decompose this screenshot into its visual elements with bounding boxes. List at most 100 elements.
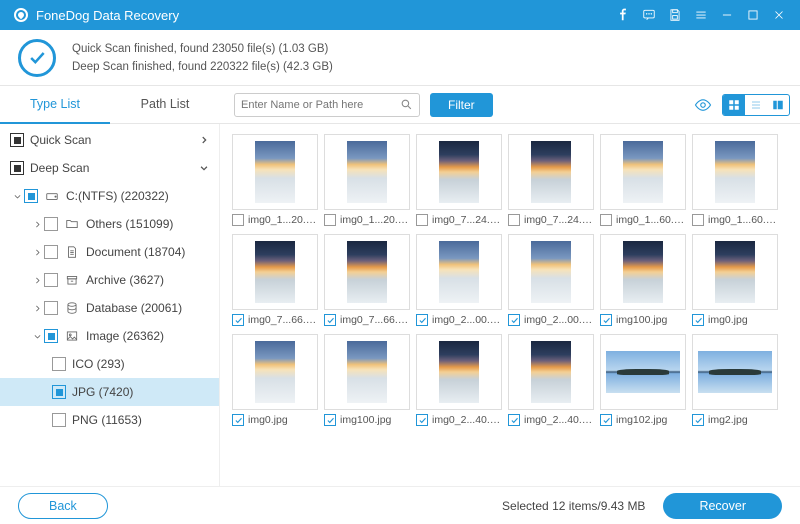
file-thumbnail[interactable]: [416, 134, 502, 210]
file-thumbnail[interactable]: [324, 234, 410, 310]
file-cell[interactable]: img100.jpg: [600, 234, 686, 326]
feedback-icon[interactable]: [636, 0, 662, 30]
sidebar-item-jpg[interactable]: JPG (7420): [0, 378, 219, 406]
checkbox-icon[interactable]: [44, 245, 58, 259]
file-checkbox[interactable]: [692, 314, 704, 326]
save-icon[interactable]: [662, 0, 688, 30]
file-thumbnail[interactable]: [692, 234, 778, 310]
file-cell[interactable]: img0_2...00.jpg: [508, 234, 594, 326]
sidebar-item-deep-scan[interactable]: Deep Scan: [0, 154, 219, 182]
file-thumbnail[interactable]: [232, 234, 318, 310]
file-checkbox[interactable]: [324, 314, 336, 326]
file-thumbnail[interactable]: [600, 334, 686, 410]
file-checkbox[interactable]: [416, 214, 428, 226]
sidebar-item-others[interactable]: Others (151099): [0, 210, 219, 238]
file-thumbnail[interactable]: [416, 234, 502, 310]
file-checkbox[interactable]: [232, 414, 244, 426]
recover-button[interactable]: Recover: [663, 493, 782, 519]
file-thumbnail[interactable]: [600, 134, 686, 210]
file-cell[interactable]: img0.jpg: [692, 234, 778, 326]
chevron-right-icon[interactable]: [30, 304, 44, 313]
chevron-right-icon[interactable]: [30, 220, 44, 229]
file-thumbnail[interactable]: [508, 334, 594, 410]
menu-icon[interactable]: [688, 0, 714, 30]
file-thumbnail[interactable]: [692, 134, 778, 210]
file-cell[interactable]: img0_7...24.jpg: [416, 134, 502, 226]
tab-path-list[interactable]: Path List: [110, 86, 220, 124]
maximize-icon[interactable]: [740, 0, 766, 30]
file-checkbox[interactable]: [508, 414, 520, 426]
file-checkbox[interactable]: [416, 314, 428, 326]
filter-button[interactable]: Filter: [430, 93, 493, 117]
sidebar-item-png[interactable]: PNG (11653): [0, 406, 219, 434]
preview-toggle-icon[interactable]: [690, 96, 716, 114]
file-checkbox[interactable]: [324, 214, 336, 226]
file-checkbox[interactable]: [232, 214, 244, 226]
checkbox-icon[interactable]: [44, 329, 58, 343]
sidebar-item-database[interactable]: Database (20061): [0, 294, 219, 322]
file-checkbox[interactable]: [232, 314, 244, 326]
file-thumbnail[interactable]: [692, 334, 778, 410]
file-thumbnail[interactable]: [508, 134, 594, 210]
chevron-down-icon[interactable]: [30, 332, 44, 341]
file-cell[interactable]: img0_7...66.jpg: [232, 234, 318, 326]
file-thumbnail[interactable]: [232, 134, 318, 210]
checkbox-icon[interactable]: [10, 161, 24, 175]
chevron-right-icon[interactable]: [30, 248, 44, 257]
facebook-icon[interactable]: [610, 0, 636, 30]
sidebar-item-document[interactable]: Document (18704): [0, 238, 219, 266]
sidebar-item-archive[interactable]: Archive (3627): [0, 266, 219, 294]
view-list-icon[interactable]: [745, 95, 767, 115]
file-thumbnail[interactable]: [600, 234, 686, 310]
file-cell[interactable]: img0_2...00.jpg: [416, 234, 502, 326]
file-checkbox[interactable]: [416, 414, 428, 426]
search-input[interactable]: [241, 99, 400, 111]
checkbox-icon[interactable]: [10, 133, 24, 147]
file-cell[interactable]: img0_1...20.jpg: [232, 134, 318, 226]
sidebar-item-image[interactable]: Image (26362): [0, 322, 219, 350]
file-cell[interactable]: img0.jpg: [232, 334, 318, 426]
file-checkbox[interactable]: [324, 414, 336, 426]
chevron-down-icon[interactable]: [10, 192, 24, 201]
file-cell[interactable]: img0_7...24.jpg: [508, 134, 594, 226]
tab-type-list[interactable]: Type List: [0, 86, 110, 124]
checkbox-icon[interactable]: [52, 413, 66, 427]
file-checkbox[interactable]: [508, 314, 520, 326]
file-checkbox[interactable]: [508, 214, 520, 226]
minimize-icon[interactable]: [714, 0, 740, 30]
file-checkbox[interactable]: [600, 314, 612, 326]
search-box[interactable]: [234, 93, 420, 117]
file-cell[interactable]: img100.jpg: [324, 334, 410, 426]
file-thumbnail[interactable]: [508, 234, 594, 310]
file-cell[interactable]: img0_2...40.jpg: [508, 334, 594, 426]
file-cell[interactable]: img2.jpg: [692, 334, 778, 426]
file-checkbox[interactable]: [692, 414, 704, 426]
view-grid-icon[interactable]: [723, 95, 745, 115]
file-thumbnail[interactable]: [324, 334, 410, 410]
file-thumbnail[interactable]: [416, 334, 502, 410]
file-thumbnail[interactable]: [324, 134, 410, 210]
file-checkbox[interactable]: [600, 414, 612, 426]
file-checkbox[interactable]: [600, 214, 612, 226]
file-cell[interactable]: img0_7...66.jpg: [324, 234, 410, 326]
chevron-right-icon[interactable]: [30, 276, 44, 285]
file-cell[interactable]: img0_1...20.jpg: [324, 134, 410, 226]
checkbox-icon[interactable]: [44, 273, 58, 287]
checkbox-icon[interactable]: [24, 189, 38, 203]
file-cell[interactable]: img0_1...60.jpg: [692, 134, 778, 226]
sidebar-item-ico[interactable]: ICO (293): [0, 350, 219, 378]
file-checkbox[interactable]: [692, 214, 704, 226]
checkbox-icon[interactable]: [52, 385, 66, 399]
close-icon[interactable]: [766, 0, 792, 30]
file-cell[interactable]: img102.jpg: [600, 334, 686, 426]
file-cell[interactable]: img0_1...60.jpg: [600, 134, 686, 226]
sidebar-item-drive[interactable]: C:(NTFS) (220322): [0, 182, 219, 210]
file-cell[interactable]: img0_2...40.jpg: [416, 334, 502, 426]
back-button[interactable]: Back: [18, 493, 108, 519]
checkbox-icon[interactable]: [44, 217, 58, 231]
view-detail-icon[interactable]: [767, 95, 789, 115]
file-thumbnail[interactable]: [232, 334, 318, 410]
sidebar-item-quick-scan[interactable]: Quick Scan: [0, 126, 219, 154]
checkbox-icon[interactable]: [44, 301, 58, 315]
checkbox-icon[interactable]: [52, 357, 66, 371]
